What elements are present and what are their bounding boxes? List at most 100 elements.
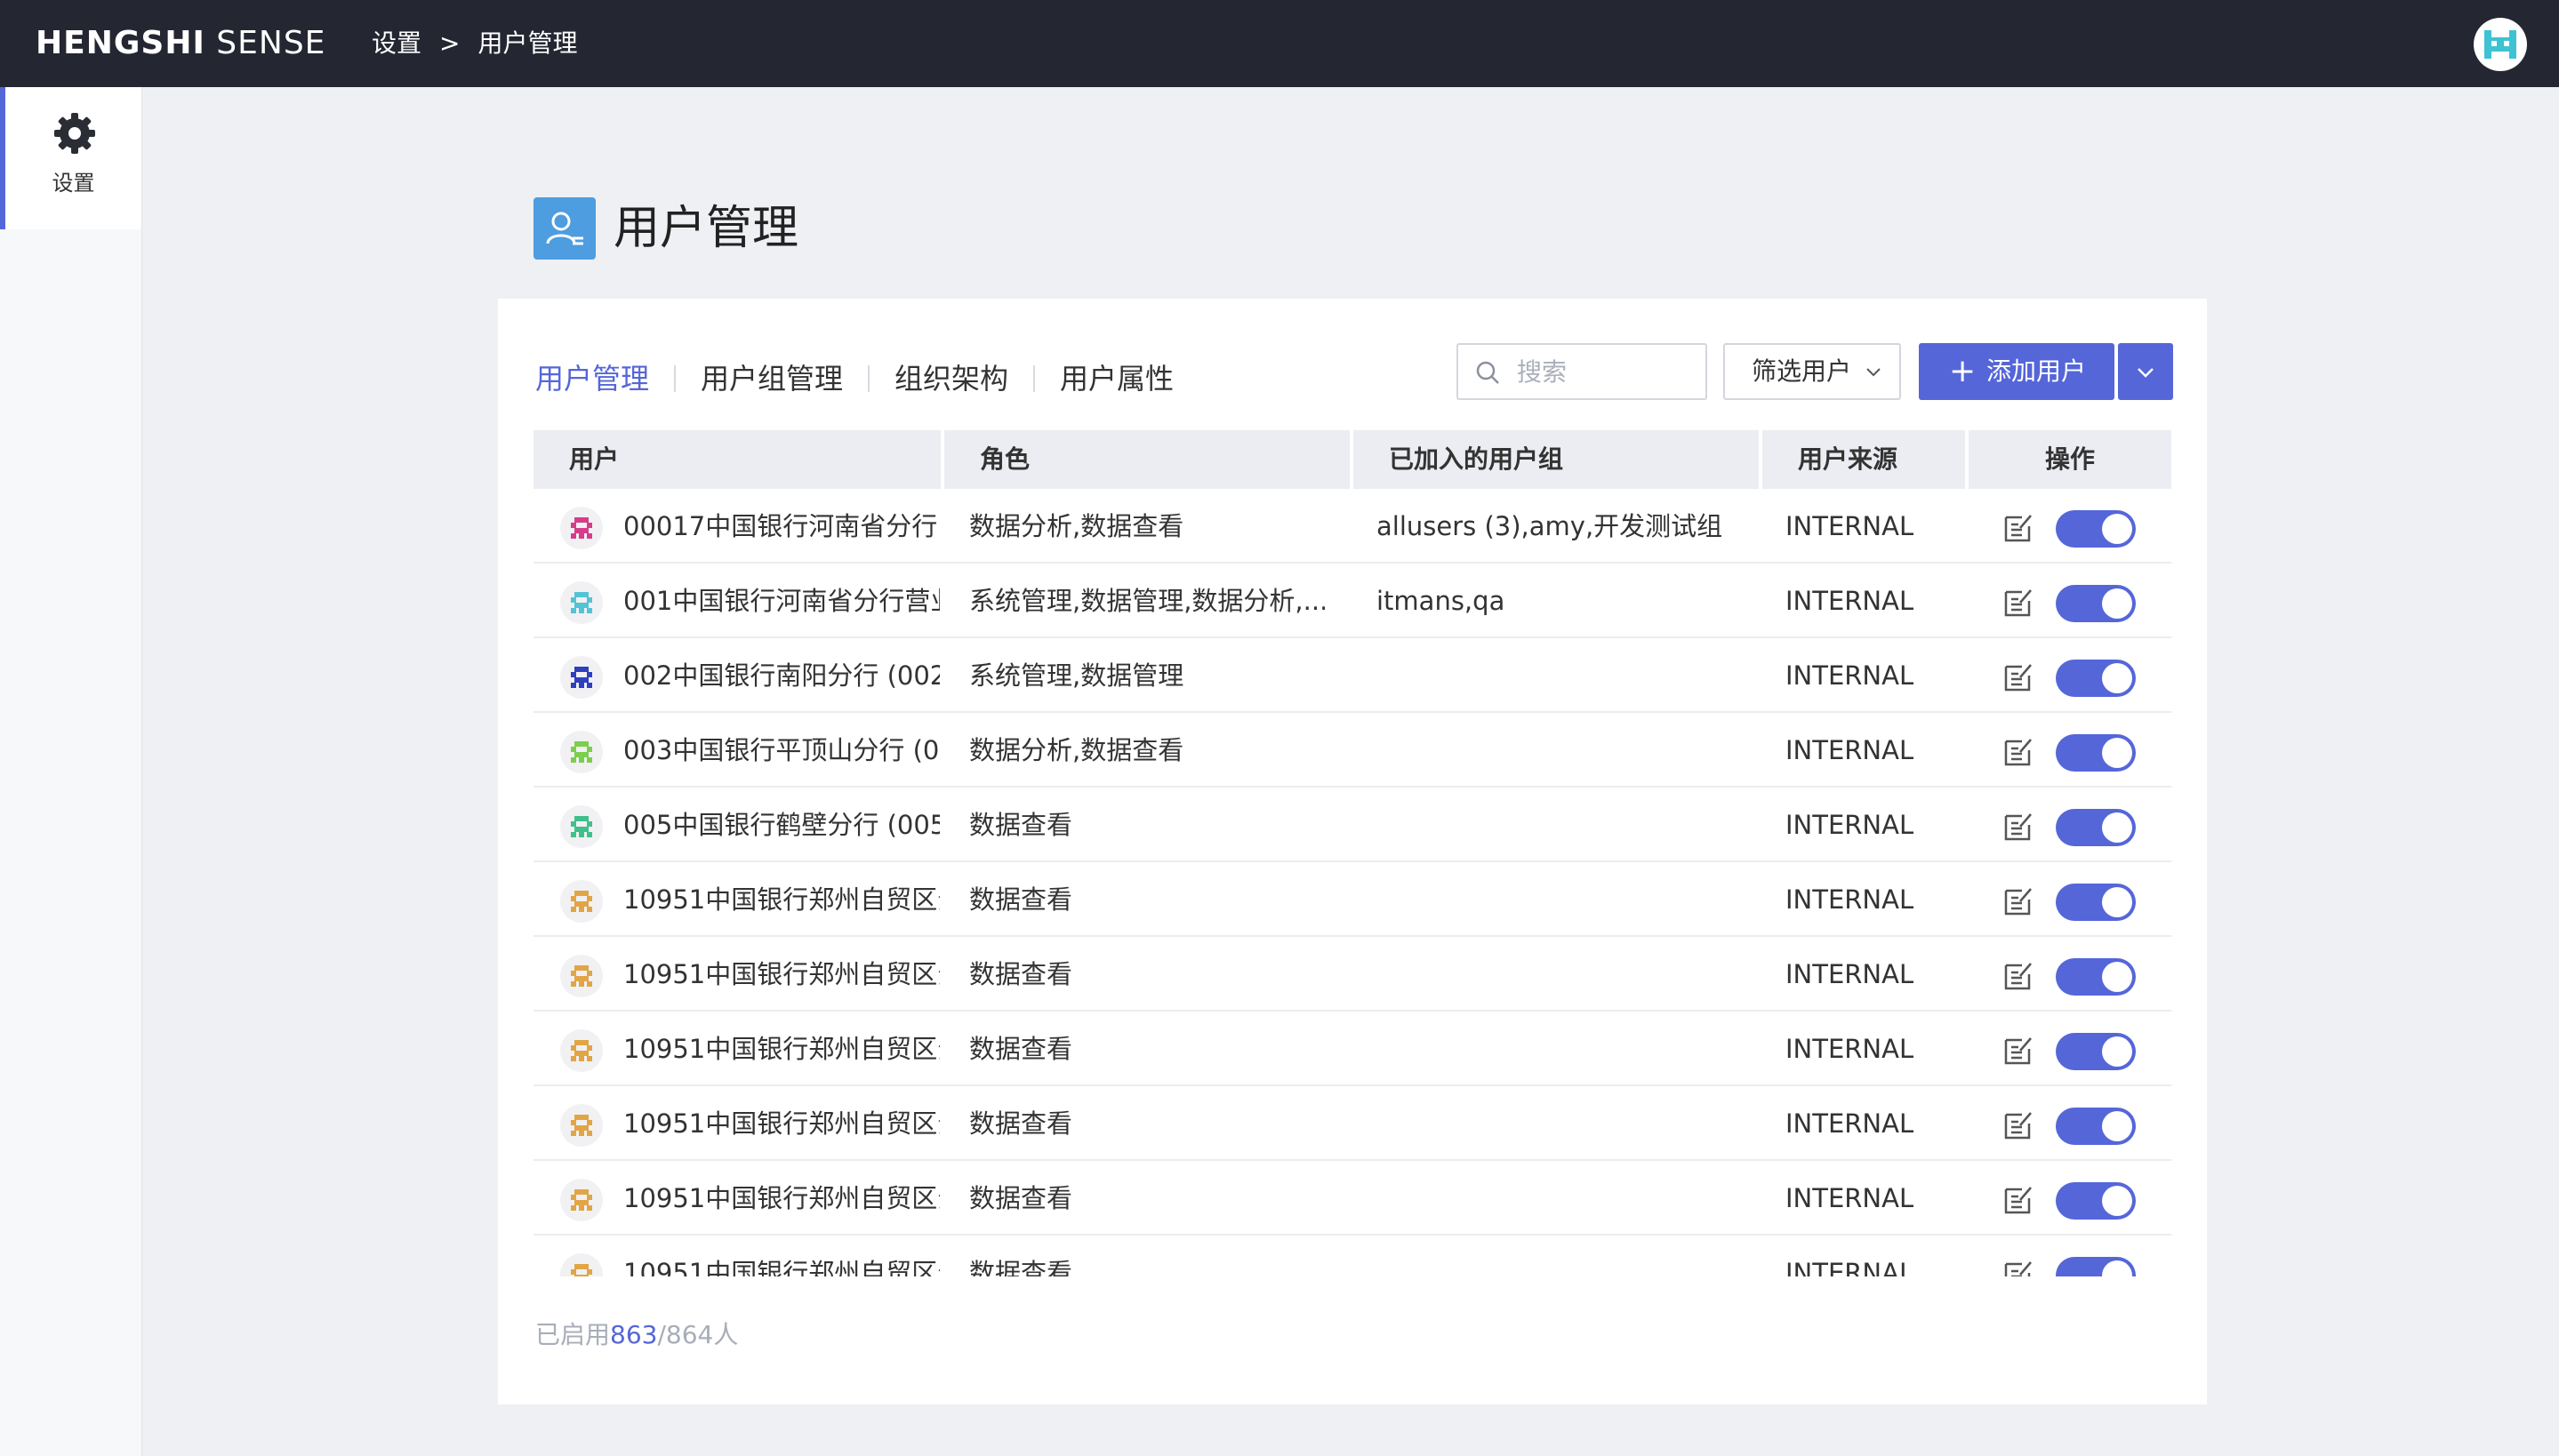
brand-logo[interactable]: HENGSHI SENSE (36, 0, 325, 87)
enable-toggle[interactable] (2056, 734, 2136, 772)
identicon-icon (571, 741, 592, 763)
edit-icon[interactable] (2002, 512, 2034, 544)
edit-icon[interactable] (2002, 885, 2034, 917)
edit-icon[interactable] (2002, 1259, 2034, 1276)
identicon-icon (571, 1189, 592, 1211)
enable-toggle[interactable] (2056, 884, 2136, 921)
search-box (1456, 343, 1707, 400)
edit-icon[interactable] (2002, 1035, 2034, 1067)
user-groups (1376, 1161, 1750, 1236)
add-user-button[interactable]: + 添加用户 (1919, 343, 2114, 400)
user-name: 10951中国银行郑州自贸区分 (623, 1108, 940, 1139)
row-avatar (560, 507, 603, 549)
toggle-knob (2102, 514, 2132, 544)
edit-icon[interactable] (2002, 736, 2034, 768)
tab-user-management[interactable]: 用户管理 (535, 361, 674, 396)
edit-icon[interactable] (2002, 960, 2034, 992)
filter-users-label: 筛选用户 (1752, 356, 1852, 386)
user-roles: 系统管理,数据管理,数据分析,... (969, 586, 1325, 616)
column-header-role: 角色 (944, 430, 1350, 489)
breadcrumb-separator: > (439, 28, 461, 58)
user-name: 10951中国银行郑州自贸区分 (623, 1258, 940, 1276)
table-row[interactable]: 10951中国银行郑州自贸区分 数据查看 INTERNAL (533, 1161, 2171, 1236)
table-row[interactable]: 003中国银行平顶山分行 (00 数据分析,数据查看 INTERNAL (533, 713, 2171, 788)
tab-user-attributes[interactable]: 用户属性 (1035, 361, 1199, 396)
enable-toggle[interactable] (2056, 585, 2136, 622)
user-groups (1376, 1236, 1750, 1276)
user-groups: itmans,qa (1376, 586, 1505, 616)
user-name: 10951中国银行郑州自贸区分 (623, 884, 940, 915)
user-roles: 数据查看 (969, 1258, 1073, 1276)
user-name: 003中国银行平顶山分行 (00 (623, 735, 940, 765)
top-bar: HENGSHI SENSE 设置 > 用户管理 (0, 0, 2559, 87)
chevron-down-icon (2138, 368, 2154, 378)
edit-icon[interactable] (2002, 811, 2034, 843)
identicon-icon (571, 592, 592, 613)
table-row[interactable]: 10951中国银行郑州自贸区分 数据查看 INTERNAL (533, 862, 2171, 937)
edit-icon[interactable] (2002, 1109, 2034, 1141)
column-header-source: 用户来源 (1762, 430, 1965, 489)
table-body[interactable]: 00017中国银行河南省分行 (数据分析,数据查看 allusers (3),am… (533, 489, 2171, 1276)
table-row[interactable]: 10951中国银行郑州自贸区分 数据查看 INTERNAL (533, 937, 2171, 1012)
user-source: INTERNAL (1785, 1258, 1914, 1276)
enable-toggle[interactable] (2056, 660, 2136, 697)
enable-toggle[interactable] (2056, 809, 2136, 846)
user-avatar[interactable] (2474, 18, 2527, 71)
enable-toggle[interactable] (2056, 1108, 2136, 1145)
user-name: 002中国银行南阳分行 (002) (623, 660, 940, 691)
table-row[interactable]: 002中国银行南阳分行 (002) 系统管理,数据管理 INTERNAL (533, 638, 2171, 713)
table-row[interactable]: 00017中国银行河南省分行 (数据分析,数据查看 allusers (3),am… (533, 489, 2171, 564)
row-avatar (560, 1104, 603, 1147)
add-user-more-button[interactable] (2118, 343, 2173, 400)
user-groups (1376, 937, 1750, 1012)
search-input[interactable] (1515, 352, 1693, 391)
enable-toggle[interactable] (2056, 1257, 2136, 1276)
user-source: INTERNAL (1785, 1034, 1914, 1064)
toggle-knob (2102, 812, 2132, 843)
user-roles: 数据查看 (969, 959, 1073, 989)
breadcrumb-current: 用户管理 (477, 28, 578, 58)
enable-toggle[interactable] (2056, 510, 2136, 548)
enabled-count-value: 863 (610, 1320, 658, 1349)
table-row[interactable]: 005中国银行鹤壁分行 (005) 数据查看 INTERNAL (533, 788, 2171, 862)
user-roles: 数据查看 (969, 1183, 1073, 1213)
tab-user-group-management[interactable]: 用户组管理 (676, 361, 868, 396)
page-title: 用户管理 (614, 202, 799, 255)
row-avatar (560, 1029, 603, 1072)
table-row[interactable]: 10951中国银行郑州自贸区分 数据查看 INTERNAL (533, 1012, 2171, 1086)
row-avatar (560, 805, 603, 848)
toggle-knob (2102, 1111, 2132, 1141)
user-source: INTERNAL (1785, 810, 1914, 840)
edit-icon[interactable] (2002, 587, 2034, 619)
row-avatar (560, 731, 603, 773)
column-header-user: 用户 (533, 430, 941, 489)
toggle-knob (2102, 738, 2132, 768)
enable-toggle[interactable] (2056, 1033, 2136, 1070)
total-count-suffix: /864人 (657, 1320, 739, 1349)
toggle-knob (2102, 962, 2132, 992)
user-name: 10951中国银行郑州自贸区分 (623, 1034, 940, 1064)
identicon-icon (571, 965, 592, 987)
user-management-icon (533, 197, 596, 260)
edit-icon[interactable] (2002, 1184, 2034, 1216)
user-roles: 数据分析,数据查看 (969, 511, 1184, 541)
user-roles: 数据查看 (969, 1034, 1073, 1064)
plus-icon: + (1949, 353, 1977, 389)
tab-organization[interactable]: 组织架构 (870, 361, 1033, 396)
enable-toggle[interactable] (2056, 958, 2136, 996)
filter-users-dropdown[interactable]: 筛选用户 (1723, 343, 1901, 400)
sidebar-item-settings[interactable]: 设置 (0, 87, 141, 229)
identicon-icon (571, 816, 592, 837)
identicon-icon (571, 517, 592, 539)
enable-toggle[interactable] (2056, 1182, 2136, 1220)
identicon-icon (571, 667, 592, 688)
table-row[interactable]: 10951中国银行郑州自贸区分 数据查看 INTERNAL (533, 1086, 2171, 1161)
table-row[interactable]: 10951中国银行郑州自贸区分 数据查看 INTERNAL (533, 1236, 2171, 1276)
table-row[interactable]: 001中国银行河南省分行营业 系统管理,数据管理,数据分析,... itmans,q… (533, 564, 2171, 638)
user-groups (1376, 788, 1750, 862)
edit-icon[interactable] (2002, 661, 2034, 693)
row-avatar (560, 955, 603, 997)
breadcrumb-root[interactable]: 设置 (372, 28, 421, 58)
user-groups (1376, 638, 1750, 713)
breadcrumb: 设置 > 用户管理 (372, 0, 578, 87)
